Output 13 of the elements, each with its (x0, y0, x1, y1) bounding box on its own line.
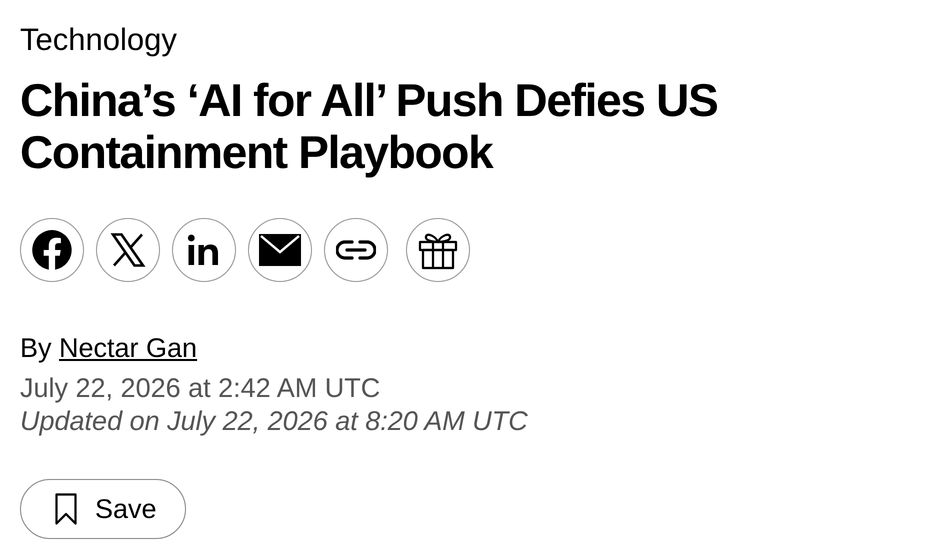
in-logo-icon (187, 233, 221, 267)
section-label[interactable]: Technology (20, 22, 177, 58)
envelope-icon (259, 234, 301, 266)
headline: China’s ‘AI for All’ Push Defies US Containment Playbook (20, 74, 718, 178)
author-link[interactable]: Nectar Gan (59, 333, 198, 363)
publish-date: July 22, 2026 at 2:42 AM UTC (20, 372, 382, 405)
link-icon (336, 240, 376, 260)
x-logo-icon (110, 233, 146, 267)
save-button[interactable]: Save (20, 479, 186, 539)
byline: By Nectar Gan (20, 332, 198, 364)
bookmark-icon (55, 493, 77, 525)
f-logo-icon (31, 229, 73, 271)
updated-date: Updated on July 22, 2026 at 8:20 AM UTC (20, 405, 529, 438)
